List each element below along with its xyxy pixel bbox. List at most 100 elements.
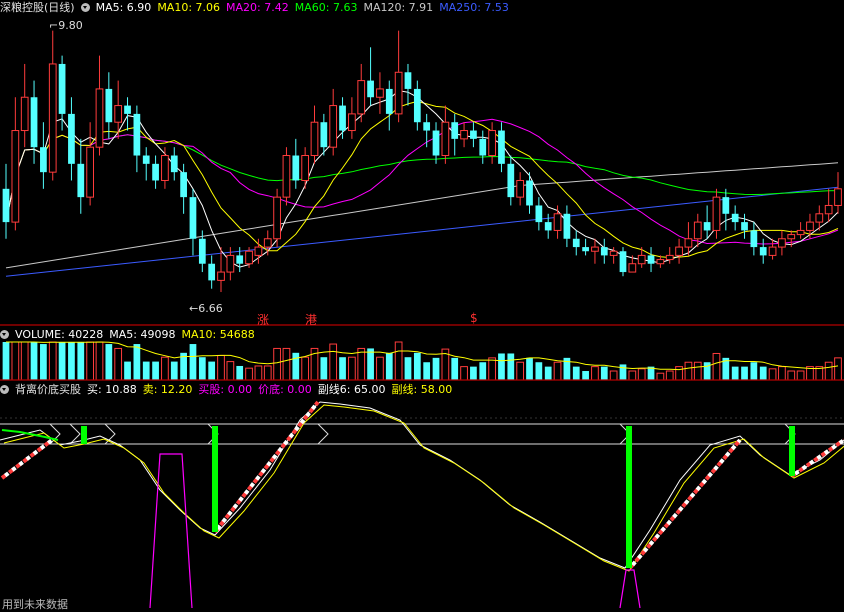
volume-bar (460, 366, 468, 381)
candle-body (11, 130, 20, 223)
candle-body (161, 155, 169, 181)
indicator-panel-header: 背离价底买股 买: 10.88 卖: 12.20 买股: 0.00 价底: 0.00 副线… (0, 382, 458, 398)
subline-label: 副线: 58.00 (391, 383, 453, 396)
candle-body (796, 229, 805, 236)
candle-body (236, 255, 244, 264)
volume-bar (48, 341, 57, 381)
volume-bar (526, 357, 533, 380)
volume-bar (404, 357, 412, 380)
volume-bar (273, 347, 281, 381)
candle-body (432, 130, 440, 156)
indicator-signals (0, 400, 844, 609)
volume-bar (236, 365, 244, 380)
volume-bar (628, 370, 637, 381)
candle-body (95, 88, 104, 148)
volume-bars[interactable] (2, 341, 842, 381)
dropdown-icon[interactable] (0, 385, 9, 394)
marker-zhang: 涨 (257, 313, 270, 327)
candle-body (48, 63, 57, 173)
volume-bar (105, 344, 113, 380)
volume-bar (282, 347, 291, 381)
volume-bar (600, 366, 608, 380)
high-price-label: ⌐9.80 (49, 19, 83, 32)
spike-price-bottom (619, 569, 641, 609)
buy-label: 买: 10.88 (87, 383, 137, 396)
volume-bar (778, 366, 786, 381)
candle-body (470, 130, 477, 139)
volume-bar (750, 362, 758, 380)
candle-body (198, 238, 206, 264)
candle-body (40, 147, 47, 173)
stock-title: 深粮控股(日线) (0, 1, 75, 14)
indicator-title: 背离价底买股 (15, 383, 81, 396)
dropdown-icon[interactable] (80, 3, 90, 12)
candle-body (498, 130, 505, 164)
main-panel-header: 深粮控股(日线) MA5: 6.90 MA10: 7.06 MA20: 7.42 MA6… (0, 0, 515, 16)
candle-body (684, 238, 693, 248)
candle-body (731, 213, 739, 223)
chart-canvas[interactable] (0, 0, 844, 612)
ma5-label: MA5: 6.90 (95, 1, 152, 14)
volume-bar (684, 361, 693, 381)
volume-bar (498, 353, 505, 380)
candle-body (693, 221, 702, 240)
candle-body (656, 259, 665, 265)
candle-body (273, 196, 281, 240)
candle-body (591, 246, 599, 252)
volume-bar (348, 356, 356, 381)
volume-bar (413, 352, 421, 380)
candle-body (460, 130, 468, 140)
candle-body (507, 163, 515, 198)
volume-bar (161, 356, 169, 381)
buy-signal-bar (81, 426, 87, 444)
candle-body (217, 271, 225, 281)
volume-bar (619, 364, 627, 380)
candle-body (404, 72, 412, 89)
volume-bar (217, 354, 225, 381)
volume-bar (376, 356, 384, 381)
candle-body (254, 246, 263, 256)
candle-body (759, 247, 767, 256)
candle-body (609, 250, 618, 256)
sell-label: 卖: 12.20 (142, 383, 193, 396)
volume-bar (675, 366, 683, 381)
candle-body (703, 222, 711, 231)
candle-body (741, 222, 748, 231)
candle-body (441, 121, 450, 157)
volume-bar (507, 353, 515, 380)
candle-body (180, 172, 187, 198)
volume-bar (693, 361, 702, 381)
volume-bar (432, 357, 440, 380)
volume-bar (170, 361, 178, 380)
volume-bar (320, 357, 328, 380)
candle-body (339, 105, 346, 131)
volume-bar (824, 361, 833, 381)
volume-bar (124, 361, 131, 380)
candle-body (778, 238, 786, 248)
volume-panel-header: VOLUME: 40228 MA5: 49098 MA10: 54688 (0, 327, 261, 343)
candle-body (572, 238, 580, 248)
candle-body (628, 263, 637, 273)
volume-bar (254, 365, 263, 381)
candle-body (301, 155, 310, 181)
candle-body (665, 254, 674, 261)
price-candles[interactable] (2, 30, 842, 293)
candle-body (282, 155, 291, 198)
volume-bar (591, 366, 599, 381)
candle-body (516, 179, 525, 198)
candle-body (479, 138, 487, 156)
ma120-label: MA120: 7.91 (363, 1, 434, 14)
volume-bar (759, 366, 767, 380)
volume-bar (470, 366, 477, 380)
volume-bar (665, 370, 674, 381)
volume-bar (768, 368, 777, 381)
volume-bar (189, 344, 197, 380)
volume-bar (11, 341, 20, 381)
buy-stock-label: 买股: 0.00 (198, 383, 253, 396)
vol-ma5-label: MA5: 49098 (109, 328, 176, 341)
volume-bar (339, 357, 346, 380)
volume-bar (40, 344, 47, 380)
volume-bar (834, 357, 842, 381)
dropdown-icon[interactable] (0, 330, 9, 339)
volume-bar (2, 342, 10, 380)
